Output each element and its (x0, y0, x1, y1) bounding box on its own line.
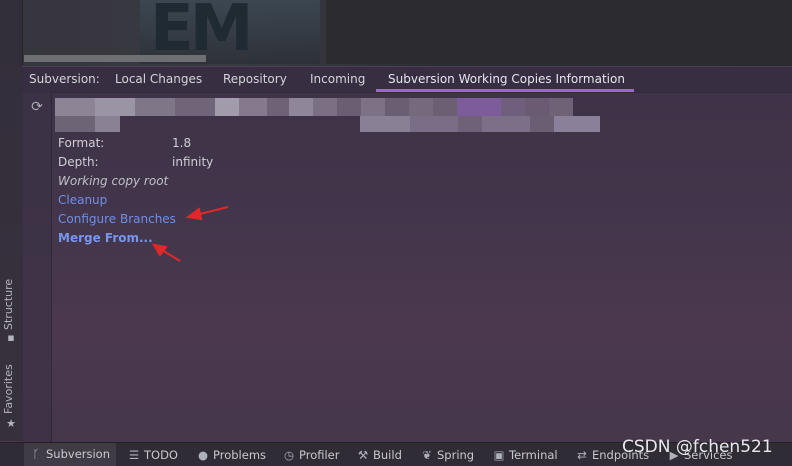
terminal-icon: ▣ (493, 448, 505, 462)
hammer-icon: ⚒ (357, 448, 369, 462)
branch-icon: ᚴ (32, 447, 40, 461)
bottom-tab-label: Profiler (299, 448, 340, 462)
bottom-tab-label: Spring (437, 448, 475, 462)
bottom-tab-todo[interactable]: ☰ TODO (128, 448, 178, 462)
bottom-tab-terminal[interactable]: ▣ Terminal (493, 448, 558, 462)
spring-icon: ❦ (422, 448, 432, 462)
bottom-tab-label: TODO (144, 448, 178, 462)
bottom-tab-build[interactable]: ⚒ Build (357, 448, 402, 462)
bottom-tab-label: Problems (213, 448, 267, 462)
bottom-tab-spring[interactable]: ❦ Spring (421, 448, 474, 462)
bottom-tab-subversion[interactable]: ᚴ Subversion (24, 443, 117, 466)
warning-icon: ● (197, 448, 209, 462)
bottom-tab-label: Terminal (509, 448, 558, 462)
annotation-arrows (152, 206, 229, 262)
profiler-icon: ◷ (283, 448, 295, 462)
csdn-watermark: CSDN @fchen521 (622, 437, 773, 457)
bottom-tab-label: Subversion (46, 447, 111, 461)
arrow-to-merge-from (152, 243, 181, 262)
list-icon: ☰ (128, 448, 140, 462)
arrow-to-configure-branches (185, 206, 229, 221)
bottom-tab-problems[interactable]: ● Problems (197, 448, 266, 462)
bottom-tab-profiler[interactable]: ◷ Profiler (283, 448, 340, 462)
endpoints-icon: ⇄ (577, 448, 587, 462)
bottom-tab-label: Build (373, 448, 402, 462)
